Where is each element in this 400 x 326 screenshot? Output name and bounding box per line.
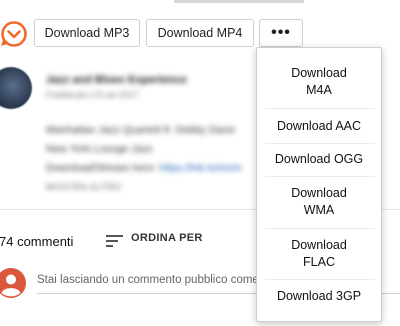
description-line: New York Lounge Jazz [46,143,153,155]
description-line: Manhattan Jazz Quartett ft. Debby Davis [46,124,236,136]
user-avatar-icon [0,268,26,298]
more-formats-button[interactable]: ••• [259,19,303,47]
sort-by-button[interactable]: ORDINA PER [131,232,203,244]
sort-lines-icon[interactable] [106,234,124,248]
menu-divider [265,176,375,177]
download-mp3-button[interactable]: Download MP3 [34,19,140,47]
download-aac-menu-item[interactable]: Download AAC [257,118,381,135]
download-mp4-button[interactable]: Download MP4 [146,19,254,47]
download-formats-menu: Download M4A Download AAC Download OGG D… [256,47,382,322]
progress-line [174,0,304,3]
description-text: Download/Stream here: [46,162,160,174]
channel-avatar[interactable] [0,67,32,109]
download-m4a-menu-item[interactable]: Download M4A [257,65,381,99]
menu-divider [265,279,375,280]
download-flac-menu-item[interactable]: Download FLAC [257,237,381,271]
comments-count: 74 commenti [0,234,74,249]
download-3gp-menu-item[interactable]: Download 3GP [257,288,381,305]
download-ogg-menu-item[interactable]: Download OGG [257,151,381,168]
menu-divider [265,143,375,144]
menu-divider [265,108,375,109]
comment-input[interactable]: Stai lasciando un commento pubblico come [37,274,259,286]
publish-date: Pubblicato il 8 set 2017 [46,90,140,100]
description-link[interactable]: https://lnk.to/mnm [159,162,242,174]
show-more-button[interactable]: MOSTRA ALTRO [46,182,121,192]
download-logo-icon[interactable] [0,20,28,48]
menu-divider [265,228,375,229]
download-wma-menu-item[interactable]: Download WMA [257,185,381,219]
channel-name[interactable]: Jazz and Blues Experience [46,74,187,86]
description-line: Download/Stream here: https://lnk.to/mnm [46,162,242,174]
